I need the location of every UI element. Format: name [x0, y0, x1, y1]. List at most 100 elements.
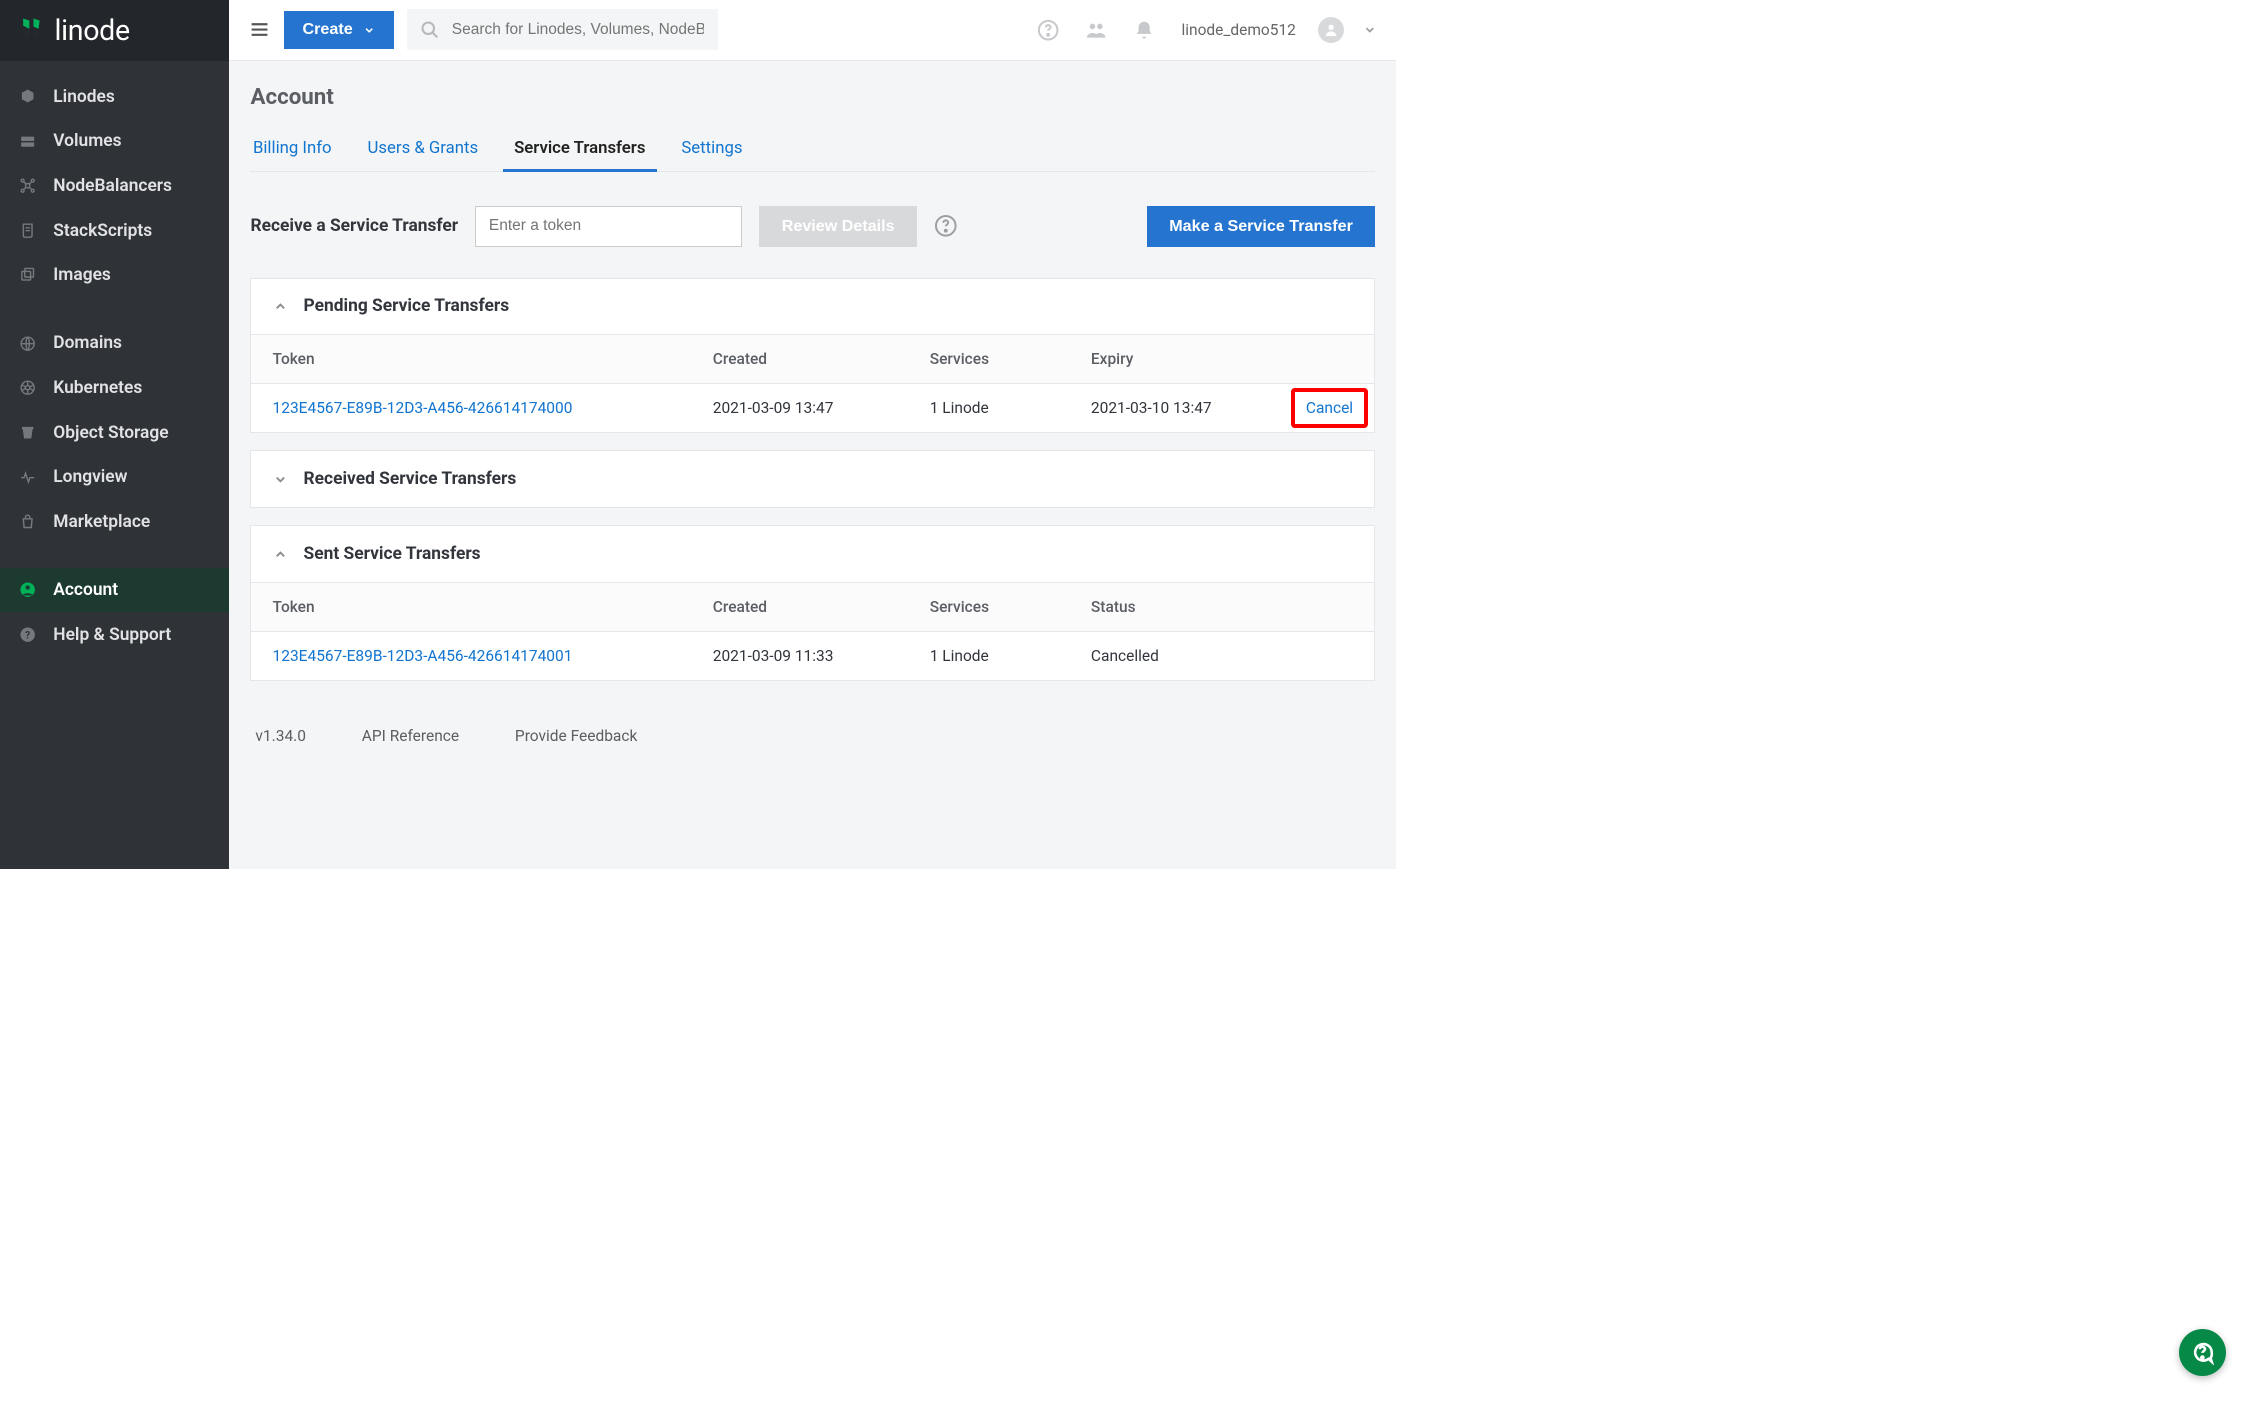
- create-button[interactable]: Create: [284, 11, 394, 49]
- receive-label: Receive a Service Transfer: [250, 216, 458, 236]
- sidebar-item-kubernetes[interactable]: Kubernetes: [0, 366, 229, 411]
- tab-billing-info[interactable]: Billing Info: [250, 129, 334, 171]
- pending-panel-header[interactable]: Pending Service Transfers: [251, 279, 1374, 335]
- nodebalancers-icon: [17, 177, 37, 194]
- chevron-down-icon: [273, 472, 288, 487]
- bag-icon: [17, 513, 37, 530]
- cell-created: 2021-03-09 13:47: [692, 384, 909, 432]
- sidebar-item-label: Images: [53, 265, 111, 285]
- images-icon: [17, 267, 37, 284]
- tab-service-transfers[interactable]: Service Transfers: [512, 129, 648, 171]
- svg-text:?: ?: [25, 630, 30, 641]
- linode-logo-icon: [19, 16, 44, 46]
- support-fab[interactable]: [2179, 1329, 2226, 1376]
- sent-panel: Sent Service Transfers Token Created Ser…: [250, 525, 1375, 680]
- sidebar-item-label: Kubernetes: [53, 378, 142, 398]
- token-input[interactable]: [475, 206, 742, 247]
- col-services: Services: [909, 583, 1070, 631]
- sidebar-item-nodebalancers[interactable]: NodeBalancers: [0, 164, 229, 209]
- avatar[interactable]: [1318, 17, 1344, 43]
- scroll-icon: [17, 222, 37, 239]
- sidebar-item-label: Help & Support: [53, 625, 171, 645]
- sidebar-item-label: Marketplace: [53, 512, 150, 532]
- sidebar-item-images[interactable]: Images: [0, 253, 229, 298]
- sidebar-item-volumes[interactable]: Volumes: [0, 119, 229, 164]
- col-created: Created: [692, 335, 909, 383]
- community-icon[interactable]: [1079, 19, 1114, 41]
- received-panel: Received Service Transfers: [250, 450, 1375, 508]
- provide-feedback-link[interactable]: Provide Feedback: [515, 727, 637, 745]
- sidebar-item-object-storage[interactable]: Object Storage: [0, 410, 229, 455]
- cell-services: 1 Linode: [909, 632, 1070, 680]
- col-token: Token: [251, 335, 691, 383]
- sidebar-item-help[interactable]: ? Help & Support: [0, 612, 229, 657]
- token-link[interactable]: 123E4567-E89B-12D3-A456-426614174000: [273, 399, 573, 417]
- col-token: Token: [251, 583, 691, 631]
- col-services: Services: [909, 335, 1070, 383]
- activity-icon: [17, 469, 37, 486]
- page-title: Account: [250, 84, 1375, 110]
- chevron-up-icon: [273, 547, 288, 562]
- tabs: Billing Info Users & Grants Service Tran…: [250, 129, 1375, 172]
- version-text: v1.34.0: [255, 727, 306, 745]
- sidebar-item-domains[interactable]: Domains: [0, 321, 229, 366]
- cell-expiry: 2021-03-10 13:47: [1070, 384, 1269, 432]
- brand[interactable]: linode: [0, 0, 229, 61]
- sent-title: Sent Service Transfers: [304, 544, 481, 564]
- volumes-icon: [17, 133, 37, 150]
- tab-users-grants[interactable]: Users & Grants: [365, 129, 481, 171]
- username[interactable]: linode_demo512: [1181, 21, 1295, 39]
- topbar: Create linode_demo512: [229, 0, 1396, 61]
- create-button-label: Create: [303, 20, 353, 39]
- bucket-icon: [17, 424, 37, 441]
- menu-toggle-icon[interactable]: [249, 19, 270, 40]
- cell-services: 1 Linode: [909, 384, 1070, 432]
- col-expiry: Expiry: [1070, 335, 1269, 383]
- user-chevron-icon[interactable]: [1363, 23, 1377, 37]
- table-row: 123E4567-E89B-12D3-A456-426614174000 202…: [251, 384, 1374, 432]
- hexagon-icon: [17, 88, 37, 105]
- pending-panel: Pending Service Transfers Token Created …: [250, 278, 1375, 433]
- cancel-button[interactable]: Cancel: [1306, 399, 1353, 417]
- token-link[interactable]: 123E4567-E89B-12D3-A456-426614174001: [273, 647, 573, 665]
- sent-table-header: Token Created Services Status: [251, 582, 1374, 632]
- wheel-icon: [17, 379, 37, 396]
- api-reference-link[interactable]: API Reference: [362, 727, 459, 745]
- sidebar-item-account[interactable]: Account: [0, 568, 229, 613]
- brand-wordmark: linode: [55, 14, 130, 47]
- received-title: Received Service Transfers: [304, 469, 517, 489]
- make-transfer-button[interactable]: Make a Service Transfer: [1147, 206, 1375, 247]
- sidebar-item-stackscripts[interactable]: StackScripts: [0, 208, 229, 253]
- globe-icon: [17, 335, 37, 352]
- sidebar-item-label: Volumes: [53, 131, 121, 151]
- chevron-down-icon: [363, 24, 375, 36]
- sidebar-item-linodes[interactable]: Linodes: [0, 74, 229, 119]
- help-tooltip-icon[interactable]: [934, 214, 958, 238]
- sidebar-item-label: Longview: [53, 467, 127, 487]
- sidebar-item-label: Linodes: [53, 87, 114, 107]
- cell-created: 2021-03-09 11:33: [692, 632, 909, 680]
- sidebar-item-longview[interactable]: Longview: [0, 455, 229, 500]
- sent-panel-header[interactable]: Sent Service Transfers: [251, 526, 1374, 582]
- sidebar-item-label: Domains: [53, 333, 122, 353]
- col-created: Created: [692, 583, 909, 631]
- pending-title: Pending Service Transfers: [304, 296, 510, 316]
- sidebar-item-label: StackScripts: [53, 221, 152, 241]
- footer: v1.34.0 API Reference Provide Feedback: [250, 698, 1375, 773]
- sidebar: linode Linodes Volumes NodeBalancers Sta…: [0, 0, 229, 869]
- help-icon: ?: [17, 626, 37, 643]
- received-panel-header[interactable]: Received Service Transfers: [251, 451, 1374, 507]
- help-circle-icon[interactable]: [1030, 19, 1065, 41]
- col-status: Status: [1070, 583, 1374, 631]
- search-box[interactable]: [407, 9, 717, 50]
- review-details-button: Review Details: [759, 206, 916, 247]
- search-input[interactable]: [451, 20, 706, 39]
- main-nav: Linodes Volumes NodeBalancers StackScrip…: [0, 61, 229, 657]
- search-icon: [420, 20, 440, 40]
- bell-icon[interactable]: [1127, 19, 1162, 41]
- sidebar-item-marketplace[interactable]: Marketplace: [0, 500, 229, 545]
- chevron-up-icon: [273, 299, 288, 314]
- table-row: 123E4567-E89B-12D3-A456-426614174001 202…: [251, 632, 1374, 680]
- tab-settings[interactable]: Settings: [679, 129, 745, 171]
- user-circle-icon: [17, 581, 37, 598]
